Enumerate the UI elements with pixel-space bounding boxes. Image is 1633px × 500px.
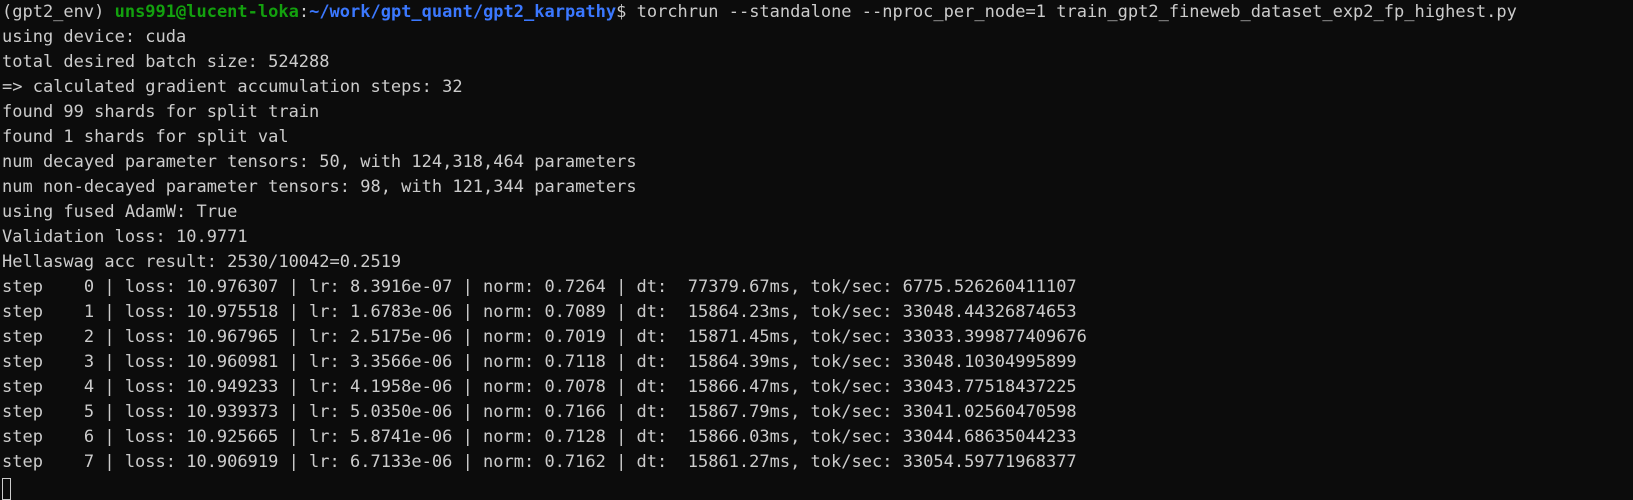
output-line: Hellaswag acc result: 2530/10042=0.2519 <box>2 252 402 272</box>
prompt-line: (gpt2_env) uns991@lucent-loka:~/work/gpt… <box>0 0 1633 25</box>
prompt-env: (gpt2_env) <box>2 2 115 22</box>
prompt-colon: : <box>298 2 310 22</box>
output-line: found 1 shards for split val <box>2 127 289 147</box>
prompt-command: torchrun --standalone --nproc_per_node=1… <box>636 2 1517 22</box>
output-line: => calculated gradient accumulation step… <box>2 77 463 97</box>
step-log-line: step 6 | loss: 10.925665 | lr: 5.8741e-0… <box>2 427 1077 447</box>
step-log-line: step 3 | loss: 10.960981 | lr: 3.3566e-0… <box>2 352 1077 372</box>
output-line: using device: cuda <box>2 27 187 47</box>
terminal-window[interactable]: (gpt2_env) uns991@lucent-loka:~/work/gpt… <box>0 0 1633 500</box>
output-line: Validation loss: 10.9771 <box>2 227 248 247</box>
output-line: num decayed parameter tensors: 50, with … <box>2 152 637 172</box>
step-log-line: step 7 | loss: 10.906919 | lr: 6.7133e-0… <box>2 452 1077 472</box>
output-line: using fused AdamW: True <box>2 202 238 222</box>
prompt-dollar: $ <box>616 2 637 22</box>
output-line: found 99 shards for split train <box>2 102 320 122</box>
step-log-line: step 4 | loss: 10.949233 | lr: 4.1958e-0… <box>2 377 1077 397</box>
output-line: total desired batch size: 524288 <box>2 52 330 72</box>
prompt-user-host: uns991@lucent-loka <box>114 2 299 22</box>
terminal-cursor[interactable] <box>2 478 11 500</box>
cursor-line <box>0 475 1633 500</box>
prompt-path: ~/work/gpt_quant/gpt2_karpathy <box>309 2 617 22</box>
step-log-line: step 2 | loss: 10.967965 | lr: 2.5175e-0… <box>2 327 1087 347</box>
step-log-line: step 1 | loss: 10.975518 | lr: 1.6783e-0… <box>2 302 1077 322</box>
output-line: num non-decayed parameter tensors: 98, w… <box>2 177 637 197</box>
step-log-line: step 0 | loss: 10.976307 | lr: 8.3916e-0… <box>2 277 1077 297</box>
step-log-line: step 5 | loss: 10.939373 | lr: 5.0350e-0… <box>2 402 1077 422</box>
